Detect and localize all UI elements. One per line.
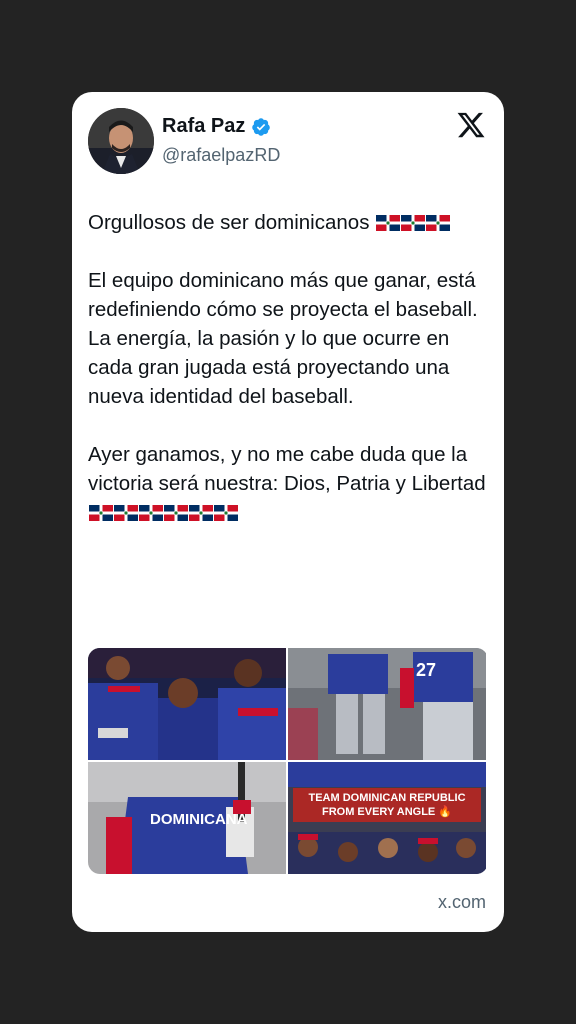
dominican-flag-icon xyxy=(89,500,113,521)
media-photo-batter[interactable]: DOMINICANA xyxy=(88,762,286,874)
source-link[interactable]: x.com xyxy=(438,892,486,913)
jersey-text: DOMINICANA xyxy=(150,811,248,828)
tweet-card[interactable]: Rafa Paz @rafaelpazRD Orgullosos de ser … xyxy=(72,92,504,932)
avatar[interactable] xyxy=(88,108,154,174)
dominican-flag-icon xyxy=(164,500,188,521)
dominican-flag-icon xyxy=(376,210,401,231)
dominican-flag-icon xyxy=(426,210,451,231)
dominican-flag-icon xyxy=(401,210,426,231)
author-handle[interactable]: @rafaelpazRD xyxy=(162,145,280,166)
author-name[interactable]: Rafa Paz xyxy=(162,115,245,138)
media-overlay-caption: TEAM DOMINICAN REPUBLIC FROM EVERY ANGLE… xyxy=(293,788,481,822)
dominican-flag-icon xyxy=(139,500,163,521)
flag-group-1 xyxy=(375,210,451,234)
verified-badge-icon xyxy=(252,117,271,136)
x-logo-icon[interactable] xyxy=(456,110,486,140)
author-name-row[interactable]: Rafa Paz xyxy=(162,115,271,138)
flag-group-3 xyxy=(88,501,238,524)
media-photo-players-celebrating[interactable]: 27 xyxy=(288,648,486,760)
media-grid[interactable]: 27 DOMINICANA TEAM DOMINICAN REPUBLIC FR… xyxy=(88,648,488,874)
tweet-paragraph-1: Orgullosos de ser dominicanos xyxy=(88,211,370,234)
dominican-flag-icon xyxy=(114,500,138,521)
tweet-text: Orgullosos de ser dominicanos El equipo … xyxy=(88,208,488,527)
media-photo-celebration[interactable] xyxy=(88,648,286,760)
tweet-paragraph-3: Ayer ganamos, y no me cabe duda que la v… xyxy=(88,443,486,495)
tweet-paragraph-2: El equipo dominicano más que ganar, está… xyxy=(88,269,484,408)
dominican-flag-icon xyxy=(189,500,213,521)
player-number: 27 xyxy=(416,660,436,680)
dominican-flag-icon xyxy=(214,500,238,521)
media-photo-team-dugout[interactable]: TEAM DOMINICAN REPUBLIC FROM EVERY ANGLE… xyxy=(288,762,486,874)
